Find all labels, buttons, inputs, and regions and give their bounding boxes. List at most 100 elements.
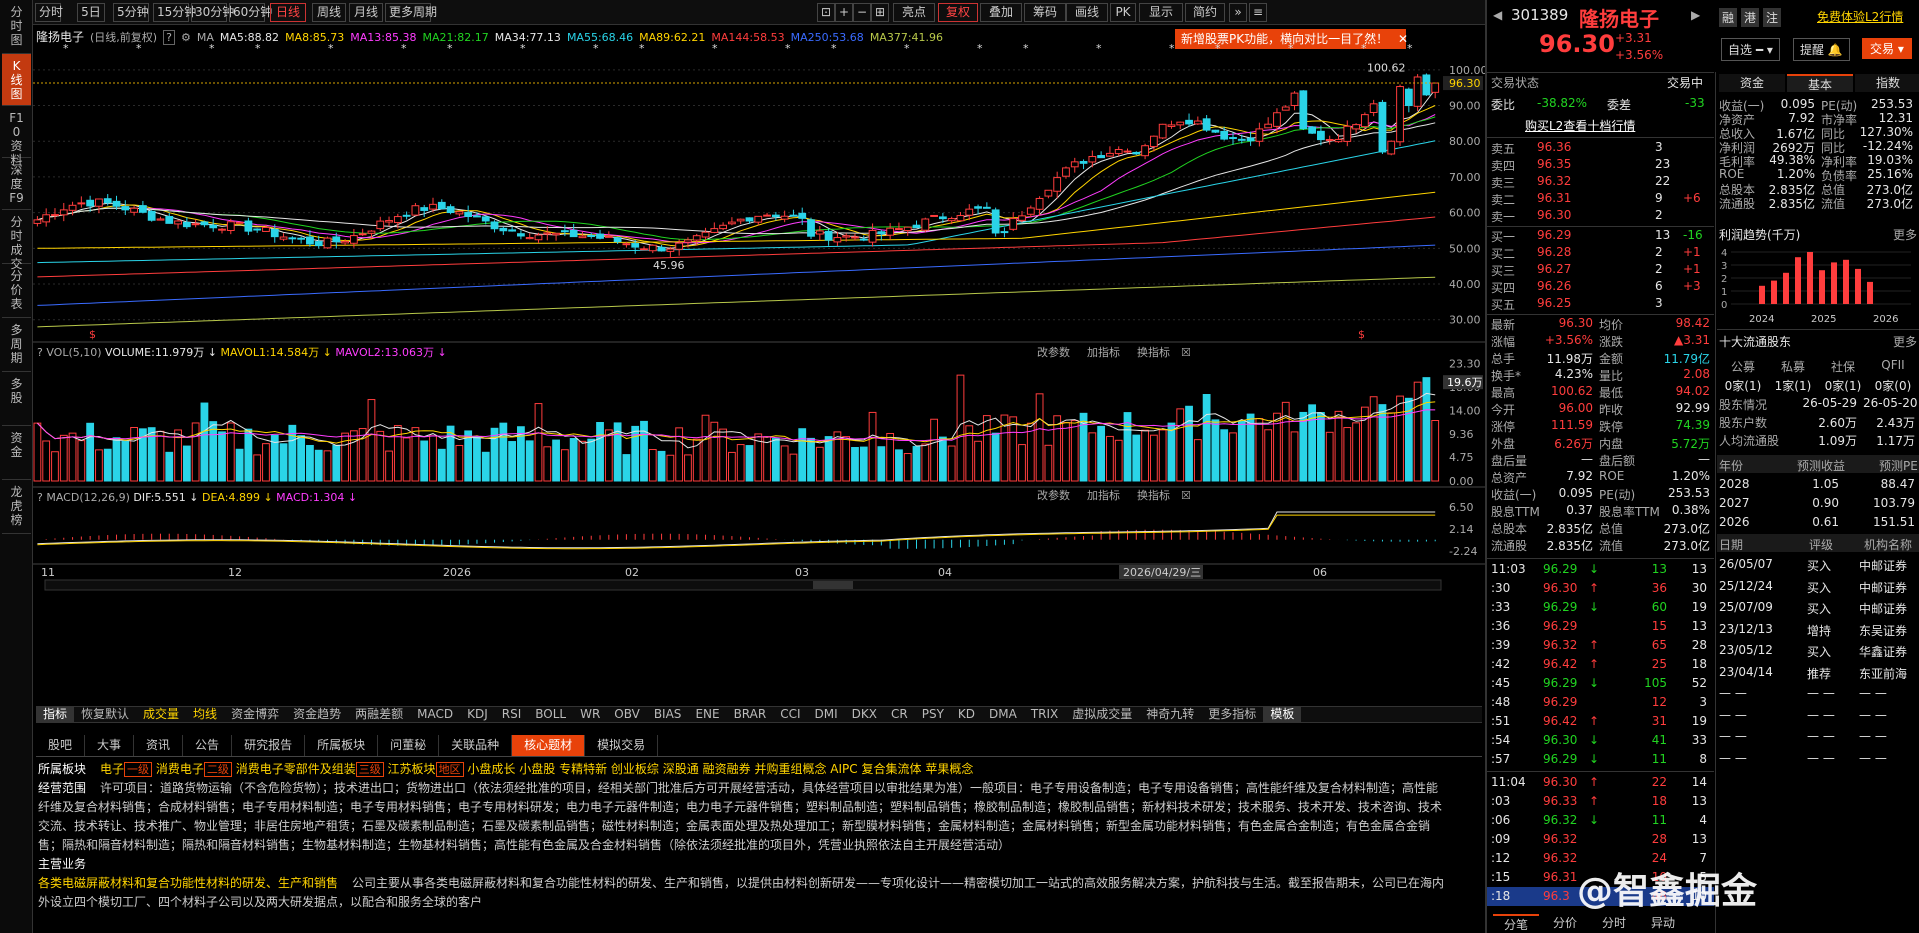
bottom-tab-2[interactable]: 分时 [1591, 914, 1637, 931]
volume-bar[interactable] [560, 449, 569, 482]
volume-bar[interactable] [938, 436, 947, 482]
candle-body[interactable] [666, 248, 675, 252]
candle-body[interactable] [965, 208, 974, 216]
candle-body[interactable] [68, 204, 77, 211]
candle-body[interactable] [517, 233, 525, 237]
left-tab-6[interactable]: 多周期 [2, 318, 31, 372]
volume-bar[interactable] [182, 445, 191, 482]
candle-body[interactable] [367, 230, 376, 234]
candle-body[interactable] [1229, 137, 1237, 140]
volume-bar[interactable] [420, 440, 429, 482]
volume-bar[interactable] [710, 421, 719, 482]
indicator-tab-19[interactable]: CR [884, 707, 915, 722]
volume-bar[interactable] [895, 449, 903, 482]
candle-body[interactable] [1422, 74, 1431, 96]
indicator-tab-4[interactable]: 资金博弈 [224, 707, 286, 722]
next-icon[interactable]: » [1229, 3, 1247, 22]
l2-link[interactable]: 购买L2查看十档行情 [1525, 117, 1635, 134]
profit-bar[interactable] [1843, 259, 1849, 304]
indicator-tab-13[interactable]: BIAS [647, 707, 689, 722]
volume-bar[interactable] [991, 432, 1000, 482]
indicator-tab-12[interactable]: OBV [607, 707, 647, 722]
volume-bar[interactable] [262, 443, 270, 482]
volume-bar[interactable] [1290, 431, 1299, 482]
profit-bar[interactable] [1831, 262, 1837, 304]
volume-bar[interactable] [728, 451, 736, 482]
volume-bar[interactable] [59, 434, 68, 482]
candle-body[interactable] [851, 236, 859, 239]
indicator-tab-6[interactable]: 两融差额 [348, 707, 410, 722]
volume-bar[interactable] [1378, 404, 1387, 482]
volume-bar[interactable] [332, 444, 341, 482]
candle-body[interactable] [1431, 82, 1440, 93]
candle-body[interactable] [1009, 218, 1018, 230]
candle-body[interactable] [429, 203, 437, 210]
period-6[interactable]: 日线 [270, 3, 306, 22]
volume-bar[interactable] [297, 435, 306, 482]
volume-bar[interactable] [68, 432, 77, 482]
candle-body[interactable] [736, 218, 745, 222]
candle-body[interactable] [1088, 156, 1097, 163]
period-9[interactable]: 更多周期 [385, 3, 437, 22]
volume-bar[interactable] [77, 440, 86, 482]
volume-bar[interactable] [112, 437, 121, 482]
volume-bar[interactable] [191, 422, 200, 482]
left-tab-9[interactable]: 龙虎榜 [2, 480, 31, 534]
candle-body[interactable] [982, 206, 991, 209]
volume-bar[interactable] [525, 440, 534, 482]
volume-bar[interactable] [1202, 394, 1211, 482]
candle-body[interactable] [596, 233, 604, 239]
volume-bar[interactable] [780, 445, 789, 482]
candle-body[interactable] [59, 209, 68, 216]
candle-body[interactable] [314, 241, 323, 247]
volume-bar[interactable] [947, 445, 956, 482]
next-stock-icon[interactable]: ▶ [1691, 8, 1700, 22]
volume-bar[interactable] [209, 421, 218, 482]
info-tab-3[interactable]: 公告 [183, 735, 233, 756]
bottom-tab-3[interactable]: 异动 [1640, 914, 1686, 931]
candle-body[interactable] [121, 206, 130, 211]
volume-bar[interactable] [1106, 435, 1114, 482]
volume-bar[interactable] [1281, 401, 1290, 482]
volume-bar[interactable] [1317, 412, 1325, 482]
alert-button[interactable]: 提醒 🔔 [1793, 38, 1850, 61]
candle-body[interactable] [402, 214, 411, 217]
volume-bar[interactable] [1325, 431, 1334, 482]
volume-bar[interactable] [1369, 396, 1378, 482]
volume-bar[interactable] [1167, 422, 1176, 482]
volume-bar[interactable] [1193, 439, 1202, 482]
candle-body[interactable] [490, 221, 499, 230]
candle-body[interactable] [112, 200, 121, 207]
volume-bar[interactable] [886, 432, 895, 482]
left-tab-8[interactable]: 资金 [2, 426, 31, 480]
candle-body[interactable] [543, 232, 552, 235]
volume-bar[interactable] [1308, 404, 1317, 482]
candle-body[interactable] [930, 214, 938, 217]
volume-bar[interactable] [1229, 432, 1237, 482]
volume-bar[interactable] [930, 418, 938, 482]
candle-body[interactable] [226, 221, 235, 232]
volume-bar[interactable] [358, 428, 367, 482]
sector-tag[interactable]: 融资融券 [703, 762, 751, 776]
kline-chart-area[interactable]: 100.00 90.00 80.00 70.00 60.00 50.00 40.00 30.0… [33, 44, 1485, 706]
volume-bar[interactable] [367, 399, 376, 482]
candle-body[interactable] [1185, 119, 1193, 125]
candle-body[interactable] [1352, 124, 1360, 130]
candle-body[interactable] [974, 206, 982, 209]
volume-bar[interactable] [349, 430, 358, 482]
settings-icon[interactable]: ⚙ [181, 31, 191, 44]
indicator-tab-0[interactable]: 指标 [36, 707, 75, 722]
volume-bar[interactable] [33, 422, 42, 482]
candle-body[interactable] [525, 237, 534, 240]
candle-body[interactable] [262, 226, 270, 232]
candle-body[interactable] [191, 223, 200, 226]
candle-body[interactable] [912, 224, 921, 229]
candle-body[interactable] [33, 219, 42, 224]
candle-body[interactable] [824, 230, 833, 241]
info-tab-7[interactable]: 关联品种 [439, 735, 513, 756]
volume-bar[interactable] [824, 436, 833, 482]
candle-body[interactable] [323, 237, 332, 249]
volume-bar[interactable] [1431, 420, 1440, 482]
candle-body[interactable] [815, 230, 824, 235]
volume-bar[interactable] [1158, 429, 1167, 482]
